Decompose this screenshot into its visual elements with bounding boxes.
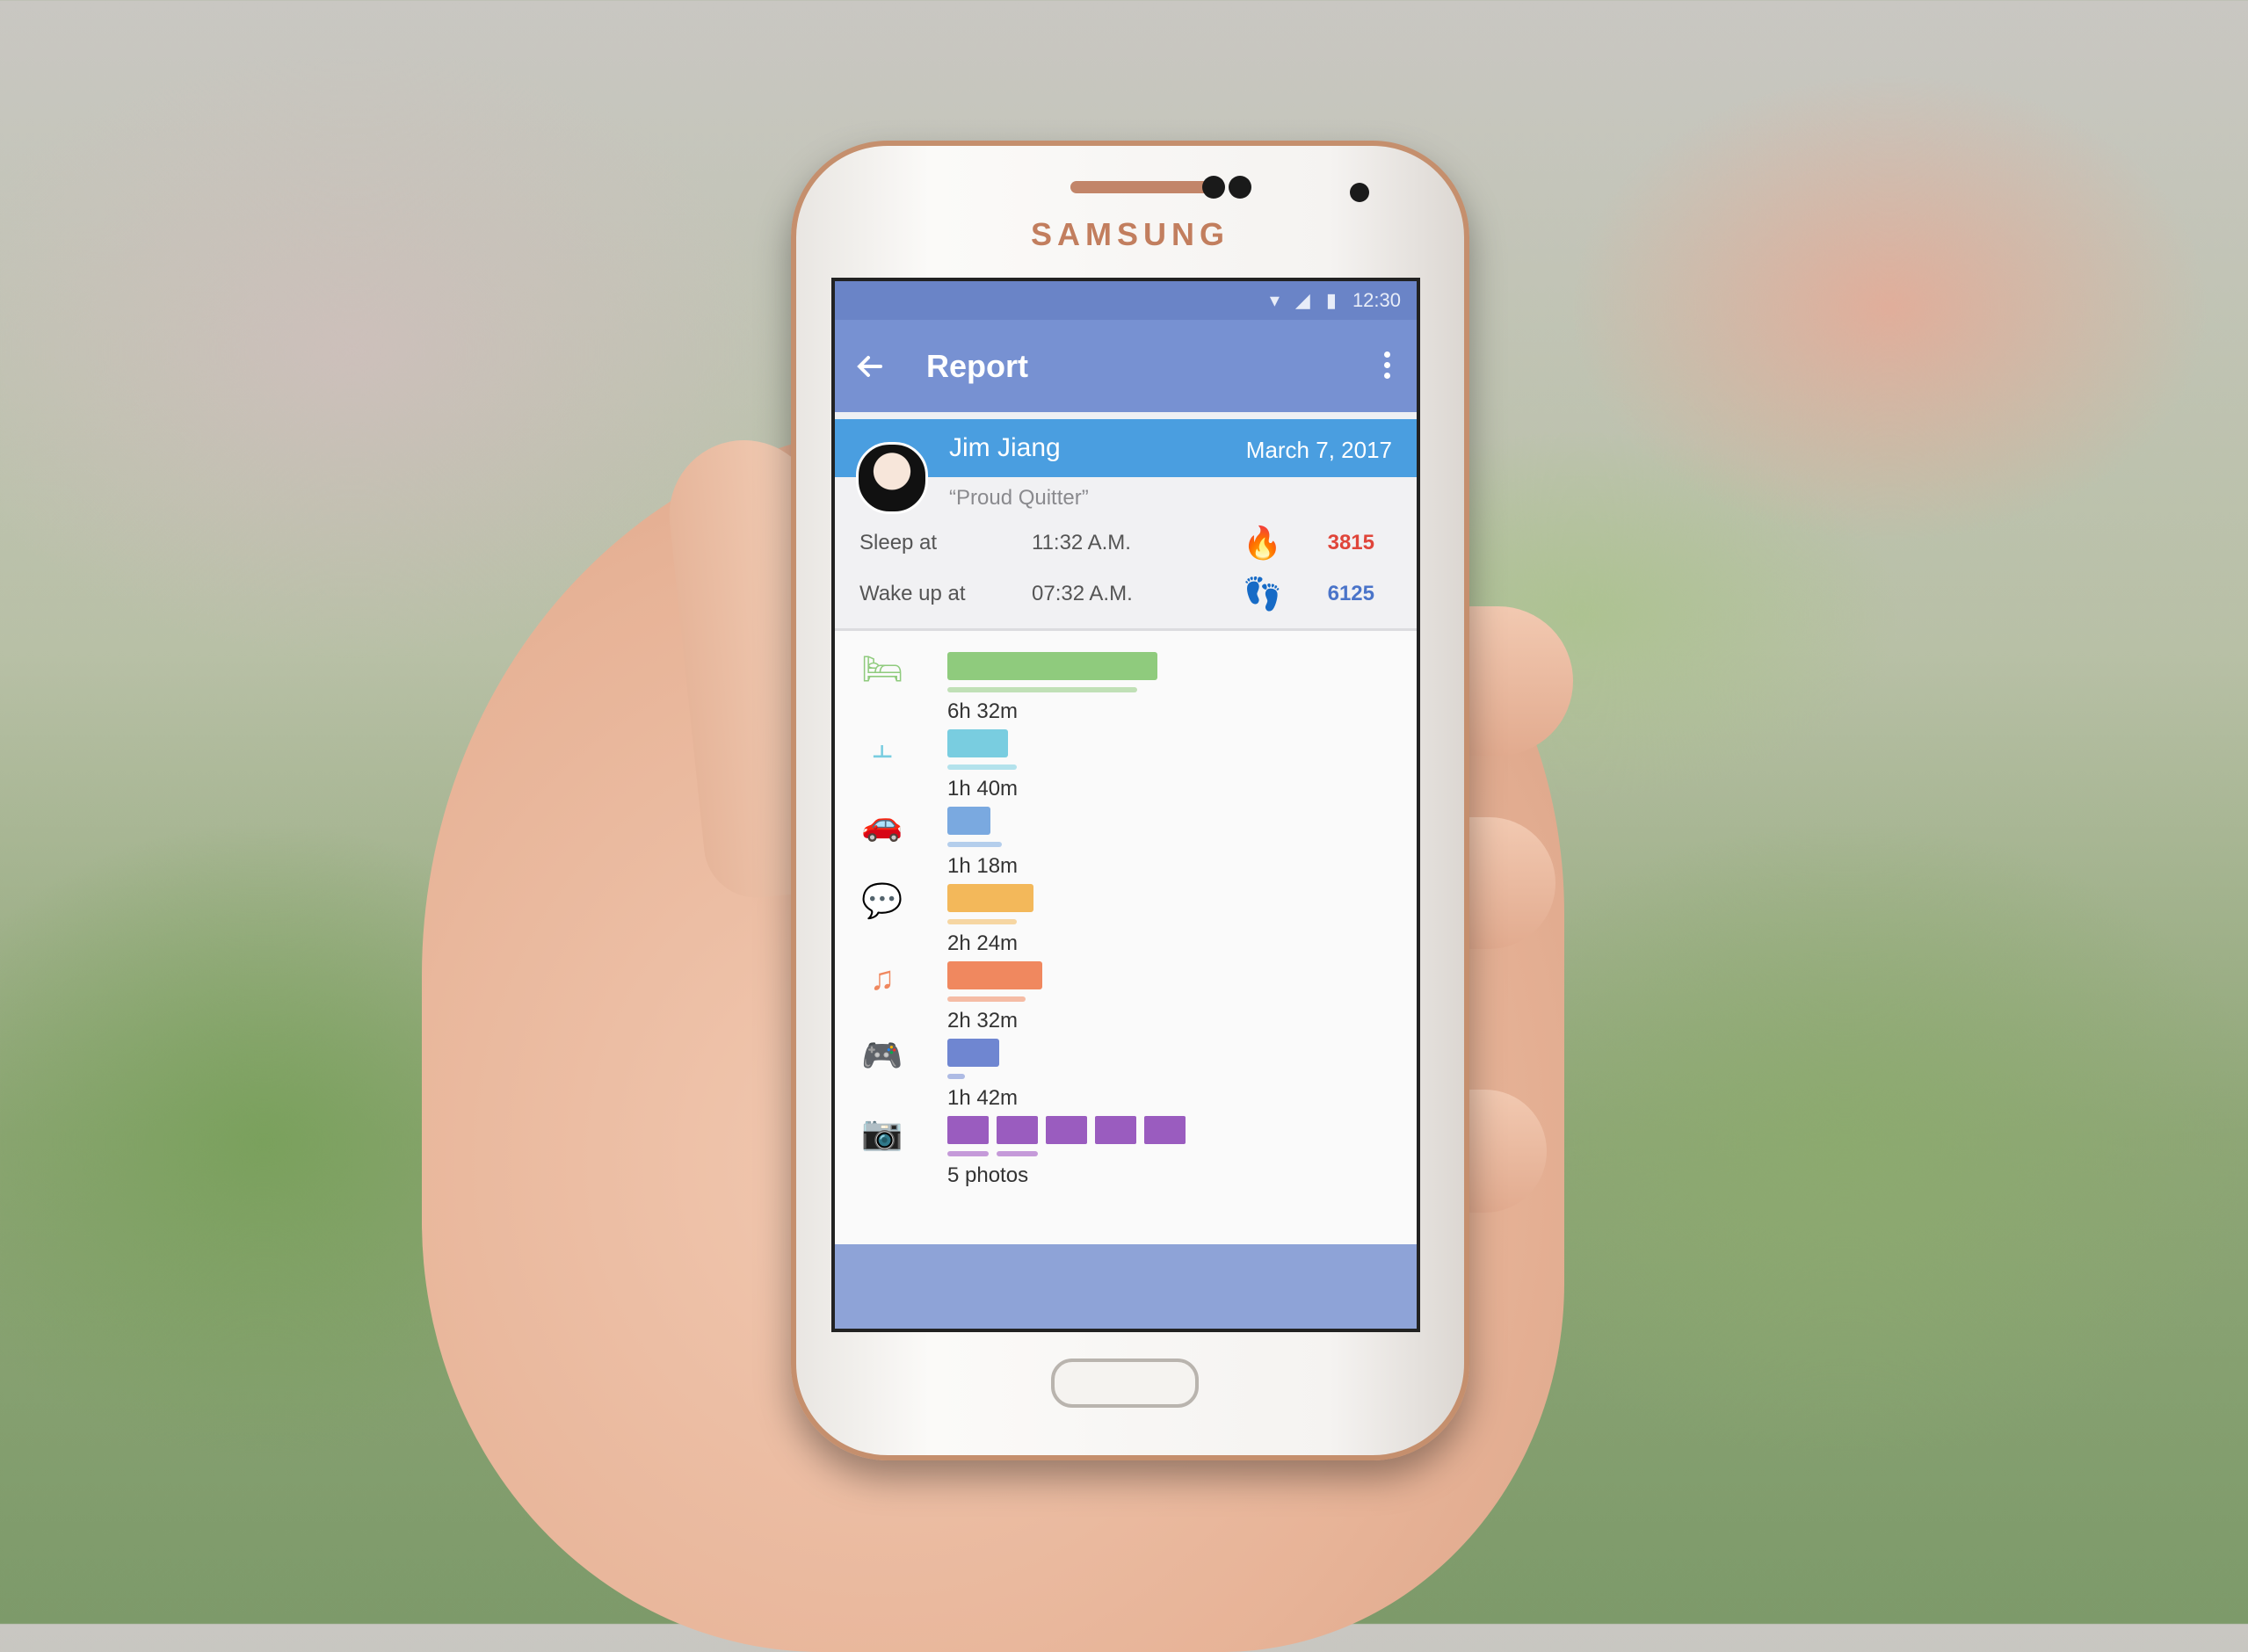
wifi-icon: ▾ — [1269, 289, 1280, 311]
activity-duration: 2h 24m — [947, 931, 1019, 955]
status-time: 12:30 — [1352, 289, 1401, 311]
activity-subbar — [947, 842, 1002, 847]
front-camera — [1350, 183, 1369, 202]
activity-bar — [947, 652, 1157, 680]
activity-subbar — [947, 1074, 965, 1079]
activity-list: 🛏 6h 32m ⫠ 1h 40m 🚗 1h 18m 💬 2h 24m ♫ 2h… — [835, 631, 1417, 1193]
sleep-row: Sleep at 11:32 A.M. 🔥 3815 — [835, 518, 1417, 569]
bed-icon: 🛏 — [860, 651, 904, 688]
activity-bar — [947, 961, 1042, 989]
activity-bar — [947, 729, 1008, 757]
activity-duration: 6h 32m — [947, 699, 1019, 723]
steps-value: 6125 — [1327, 582, 1374, 605]
activity-bar — [947, 807, 990, 835]
activity-bar — [947, 1039, 999, 1067]
stats-panel: “Proud Quitter” Sleep at 11:32 A.M. 🔥 38… — [835, 477, 1417, 631]
page-title: Report — [926, 347, 1028, 384]
screen: ▾ ◢ ▮ 12:30 Report Jim Jiang March 7, 20… — [831, 278, 1420, 1332]
activity-sleep[interactable]: 🛏 6h 32m — [835, 652, 1417, 729]
proximity-sensor — [1202, 176, 1225, 199]
activity-music[interactable]: ♫ 2h 32m — [835, 961, 1417, 1039]
home-button[interactable] — [1051, 1359, 1199, 1408]
activity-commute[interactable]: 🚗 1h 18m — [835, 807, 1417, 884]
music-note-icon: ♫ — [869, 960, 896, 997]
activity-subbar — [947, 764, 1017, 770]
wake-row: Wake up at 07:32 A.M. 👣 6125 — [835, 569, 1417, 620]
avatar[interactable] — [856, 442, 928, 514]
battery-icon: ▮ — [1325, 289, 1337, 311]
activity-photos[interactable]: 📷 5 photos — [835, 1116, 1417, 1193]
sleep-time: 11:32 A.M. — [1032, 531, 1131, 554]
activity-chat[interactable]: 💬 2h 24m — [835, 884, 1417, 961]
camera-icon: 📷 — [861, 1115, 903, 1152]
flame-icon: 🔥 — [1243, 525, 1282, 561]
car-icon: 🚗 — [861, 806, 903, 843]
activity-subbar — [947, 687, 1137, 692]
wake-time: 07:32 A.M. — [1032, 582, 1133, 605]
photo-thumbnail[interactable] — [1046, 1116, 1087, 1144]
back-arrow-icon[interactable] — [854, 351, 886, 382]
divider — [835, 412, 1417, 419]
report-date: March 7, 2017 — [1245, 437, 1392, 463]
profile-header: Jim Jiang March 7, 2017 — [835, 419, 1417, 514]
phone: SAMSUNG ▾ ◢ ▮ 12:30 Report Jim Jiang Mar… — [791, 141, 1469, 1460]
wake-label: Wake up at — [859, 582, 966, 605]
activity-bar — [947, 884, 1033, 912]
activity-duration: 1h 40m — [947, 777, 1019, 801]
activity-games[interactable]: 🎮 1h 42m — [835, 1039, 1417, 1116]
status-bar: ▾ ◢ ▮ 12:30 — [835, 281, 1417, 320]
photo-thumbnail[interactable] — [1095, 1116, 1136, 1144]
brand-logo: SAMSUNG — [1030, 216, 1229, 252]
activity-exercise[interactable]: ⫠ 1h 40m — [835, 729, 1417, 807]
photo-thumbnail[interactable] — [1144, 1116, 1186, 1144]
sleep-label: Sleep at — [859, 531, 938, 554]
profile-motto: “Proud Quitter” — [949, 486, 1089, 510]
bottom-bar — [835, 1244, 1417, 1329]
activity-duration: 2h 32m — [947, 1009, 1019, 1032]
activity-duration: 1h 18m — [947, 854, 1019, 878]
activity-subbar — [947, 996, 1026, 1002]
photo-thumbnail[interactable] — [947, 1116, 989, 1144]
calories-value: 3815 — [1327, 531, 1374, 554]
photo-thumbnail[interactable] — [997, 1116, 1038, 1144]
chat-icon: 💬 — [861, 883, 903, 920]
activity-duration: 1h 42m — [947, 1086, 1019, 1110]
gamepad-icon: 🎮 — [861, 1038, 903, 1075]
activity-subbar — [947, 919, 1017, 924]
earpiece-speaker — [1070, 181, 1220, 193]
footsteps-icon: 👣 — [1243, 576, 1282, 612]
more-options-icon[interactable] — [1384, 351, 1390, 383]
signal-icon: ◢ — [1294, 289, 1310, 311]
photo-subbars — [947, 1151, 1038, 1156]
dumbbell-icon: ⫠ — [872, 728, 893, 765]
profile-name: Jim Jiang — [949, 433, 1061, 462]
ambient-sensor — [1229, 176, 1251, 199]
app-bar: Report — [835, 320, 1417, 412]
photos-count: 5 photos — [947, 1163, 1029, 1187]
photo-squares — [947, 1116, 1186, 1144]
